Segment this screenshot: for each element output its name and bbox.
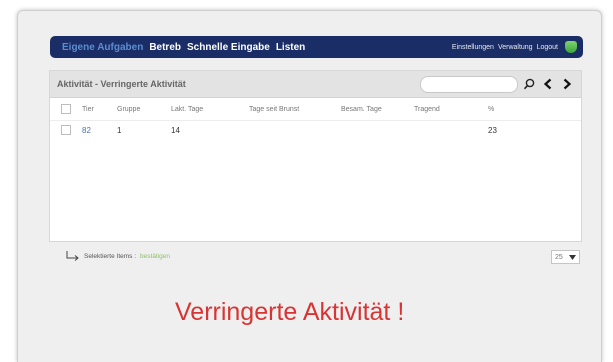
nav-verwaltung[interactable]: Verwaltung — [498, 44, 533, 51]
top-navigation-bar: Eigene Aufgaben Betreb Schnelle Eingabe … — [50, 36, 583, 58]
column-header-gruppe[interactable]: Gruppe — [115, 106, 169, 113]
row-select-cell — [50, 125, 80, 135]
column-header-tier[interactable]: Tier — [80, 106, 115, 113]
main-nav: Eigene Aufgaben Betreb Schnelle Eingabe … — [62, 42, 305, 53]
row-checkbox[interactable] — [61, 125, 71, 135]
activity-panel: Aktivität - Verringerte Aktivität Tier G… — [49, 70, 582, 242]
chevron-left-icon[interactable] — [540, 75, 556, 93]
cell-gruppe: 1 — [117, 125, 122, 135]
column-header-tage-seit-brunst[interactable]: Tage seit Brunst — [247, 106, 339, 113]
chevron-right-icon[interactable] — [559, 75, 575, 93]
nav-einstellungen[interactable]: Einstellungen — [452, 44, 494, 51]
column-header-besam-tage[interactable]: Besam. Tage — [339, 106, 412, 113]
panel-title: Aktivität - Verringerte Aktivität — [57, 79, 186, 89]
return-arrow-icon — [66, 251, 79, 261]
tier-link[interactable]: 82 — [80, 126, 115, 135]
nav-eigene-aufgaben[interactable]: Eigene Aufgaben — [62, 42, 143, 53]
table-header: Tier Gruppe Lakt. Tage Tage seit Brunst … — [50, 98, 581, 121]
alert-message: Verringerte Aktivität ! — [175, 298, 405, 326]
confirm-link[interactable]: bestätigen — [140, 253, 170, 260]
column-header-tragend[interactable]: Tragend — [412, 106, 486, 113]
panel-header: Aktivität - Verringerte Aktivität — [50, 71, 581, 98]
cell-lakt-tage: 14 — [171, 125, 180, 135]
column-header-lakt-tage[interactable]: Lakt. Tage — [169, 106, 247, 113]
search-input[interactable] — [420, 75, 518, 93]
nav-betreb[interactable]: Betreb — [149, 42, 181, 53]
dropdown-arrow-icon — [569, 254, 576, 260]
table-row[interactable]: 82 1 14 23 — [50, 121, 581, 139]
column-header-percent[interactable]: % — [486, 106, 546, 113]
shield-icon — [565, 41, 577, 53]
bulk-actions: Selektierte Items : bestätigen — [66, 251, 170, 261]
page-size-value: 25 — [555, 253, 563, 261]
nav-schnelle-eingabe[interactable]: Schnelle Eingabe — [187, 42, 270, 53]
cell-percent: 23 — [488, 125, 497, 135]
select-all-cell — [50, 104, 80, 114]
nav-listen[interactable]: Listen — [276, 42, 305, 53]
select-all-checkbox[interactable] — [61, 104, 71, 114]
bulk-label: Selektierte Items : — [84, 252, 137, 260]
utility-nav: Einstellungen Verwaltung Logout — [452, 41, 577, 53]
page-size-select[interactable]: 25 — [551, 250, 580, 264]
nav-logout[interactable]: Logout — [537, 44, 558, 51]
search-icon[interactable] — [521, 75, 537, 93]
